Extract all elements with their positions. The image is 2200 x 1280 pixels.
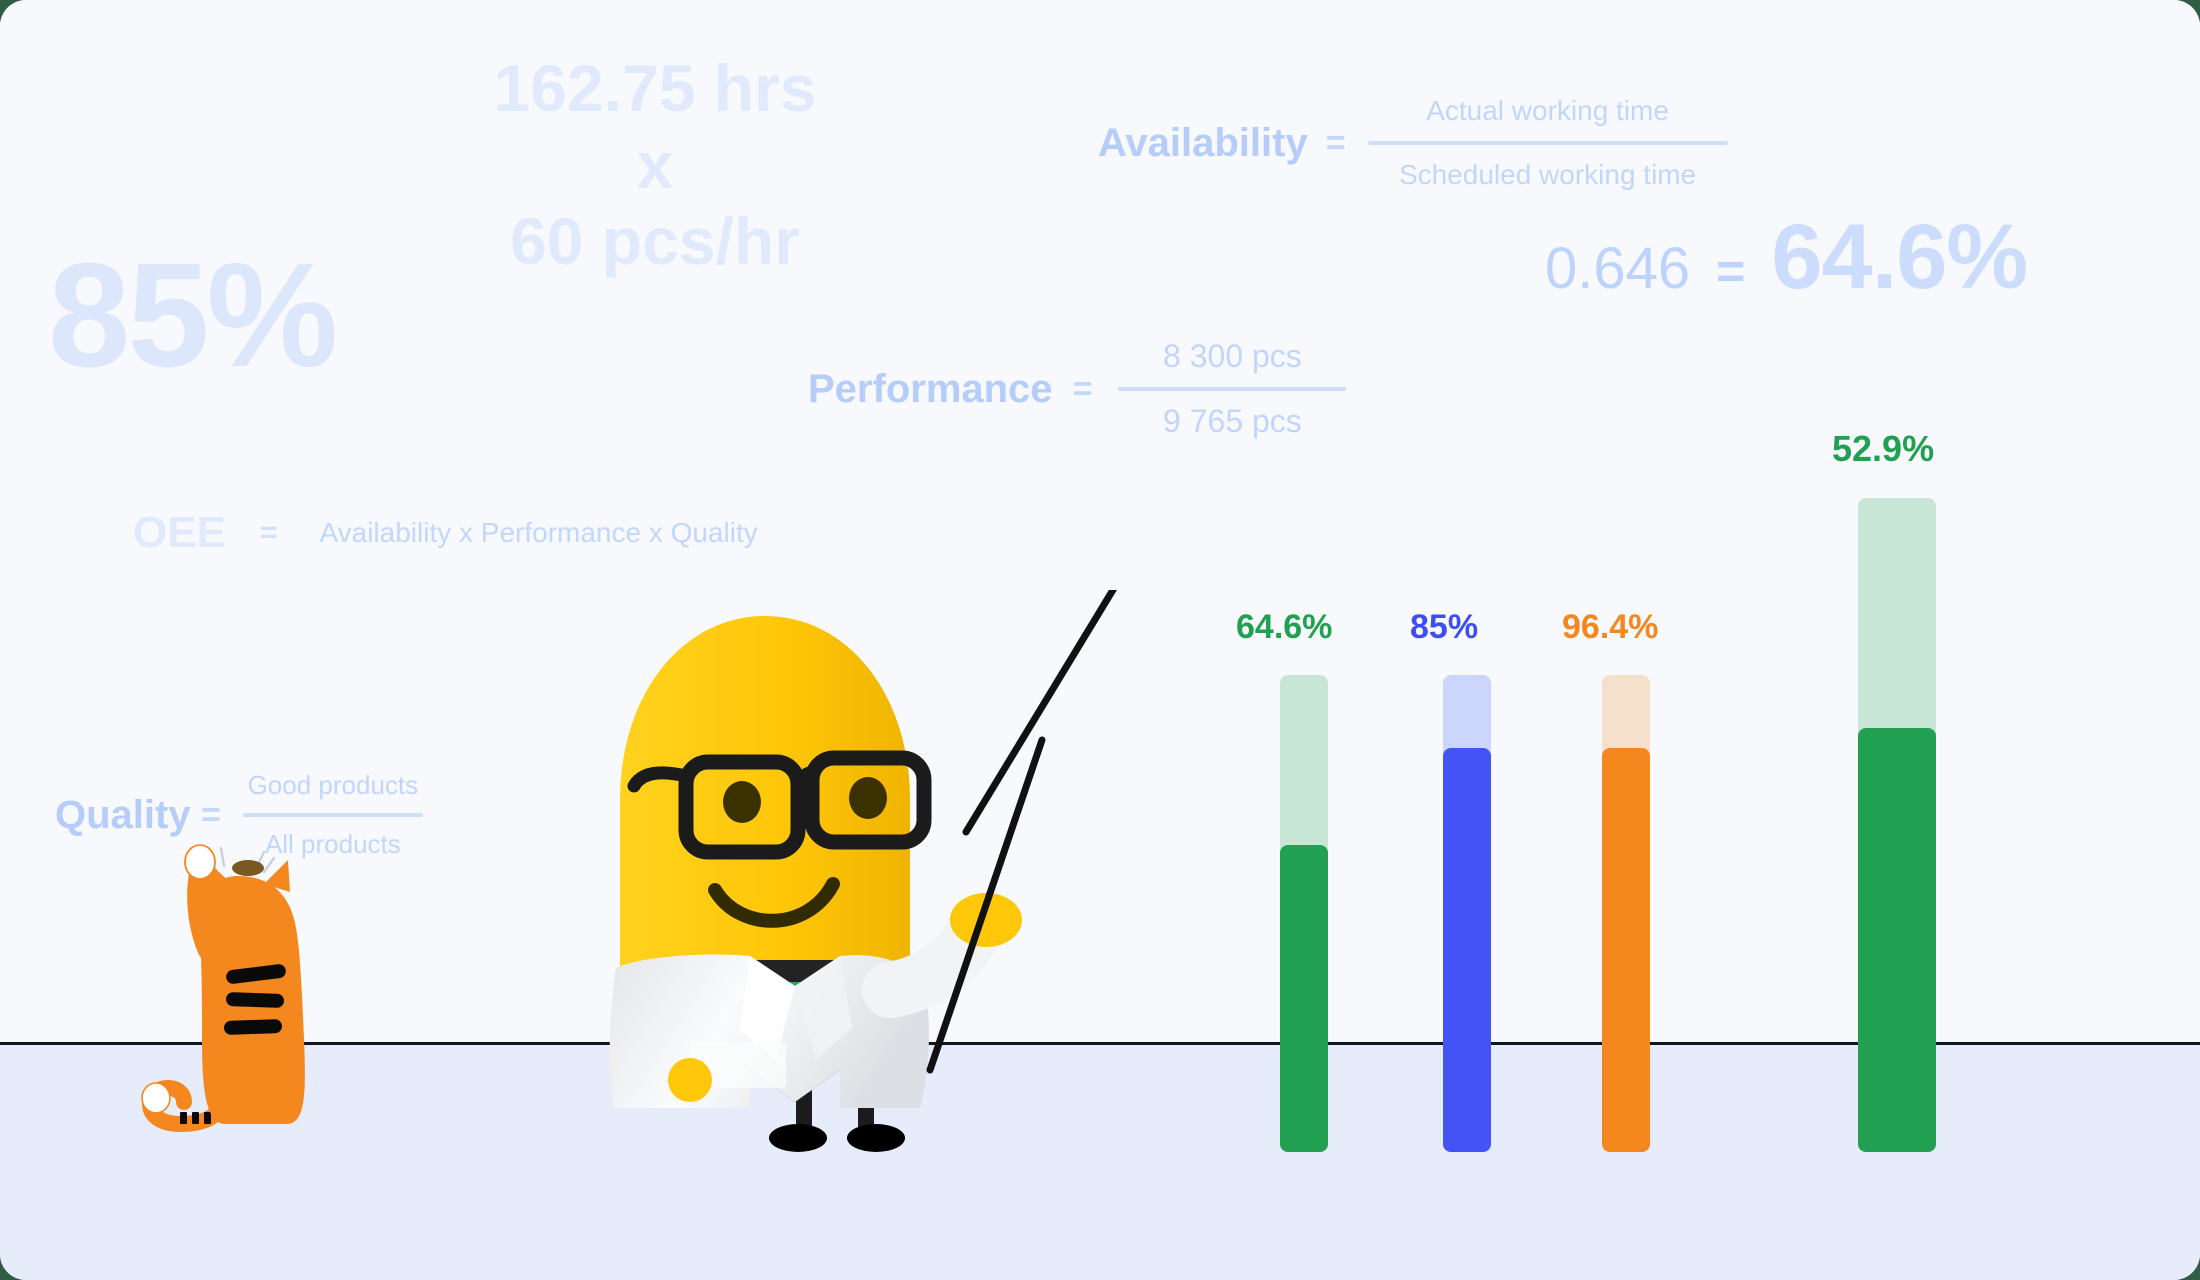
oee-bar-chart: 64.6% 85% 96.4% 52.9% — [0, 0, 2200, 1280]
bar-value-label-1: 85% — [1410, 608, 1479, 646]
bar-fill-1 — [1443, 748, 1491, 1152]
bar-fill-0 — [1280, 845, 1328, 1152]
bar-fill-2 — [1602, 748, 1650, 1152]
oee-infographic-canvas: 85% 162.75 hrs x 60 pcs/hr Availability … — [0, 0, 2200, 1280]
bar-value-label-2: 96.4% — [1562, 608, 1659, 646]
bar-value-label-3: 52.9% — [1832, 428, 1935, 469]
bar-value-label-0: 64.6% — [1236, 608, 1333, 646]
bar-fill-3 — [1858, 728, 1936, 1152]
